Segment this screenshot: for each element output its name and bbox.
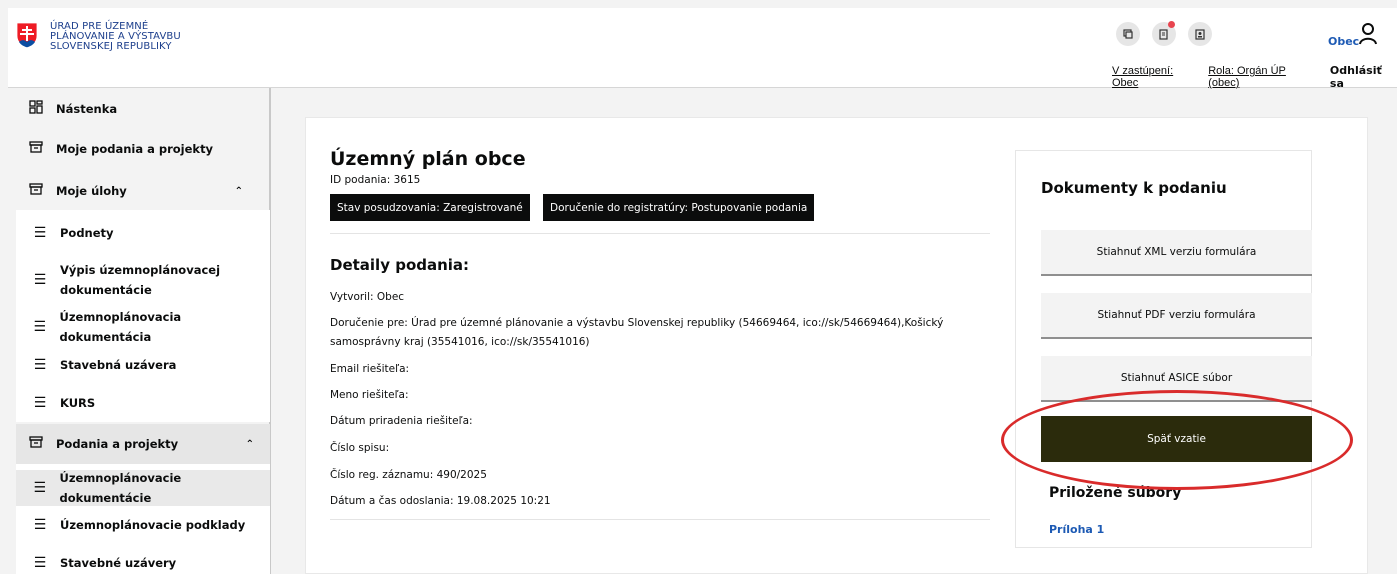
submissions-submenu: ☰ Územnoplánovacie dokumentácie ☰ Územno… [16, 464, 270, 574]
sidebar-group-submissions[interactable]: Podania a projekty ⌃ [16, 424, 270, 464]
tasks-submenu: ☰ Podnety ☰ Výpis územnoplánovacej dokum… [16, 210, 270, 422]
attachment-link[interactable]: Príloha 1 [1049, 523, 1104, 536]
file-number: Číslo spisu: [330, 442, 390, 454]
org-name-line: SLOVENSKEJ REPUBLIKY [50, 41, 172, 52]
sidebar: Nástenka Moje podania a projekty Moje úl… [8, 88, 271, 574]
solver-name: Meno riešiteľa: [330, 389, 409, 401]
sidebar-item-label: Územnoplánovacie dokumentácie [59, 471, 182, 505]
user-icon[interactable] [1358, 22, 1378, 46]
header-icons [1116, 21, 1212, 46]
delivery-badge: Doručenie do registratúry: Postupovanie … [543, 194, 815, 221]
created-by: Vytvoril: Obec [330, 291, 405, 303]
sidebar-item-upd-list[interactable]: ☰ Územnoplánovacie dokumentácie [16, 470, 270, 506]
attachments-title: Priložené súbory [1049, 485, 1182, 501]
inbox-icon [28, 182, 44, 200]
submission-card: Územný plán obce ID podania: 3615 Stav p… [305, 117, 1368, 574]
sidebar-item-my-submissions[interactable]: Moje podania a projekty [8, 130, 263, 168]
header: ÚRAD PRE ÚZEMNÉ PLÁNOVANIE A VÝSTAVBU SL… [8, 8, 1397, 90]
layers-icon: ☰ [33, 517, 47, 533]
chevron-up-icon: ⌃ [234, 185, 243, 197]
divider [330, 233, 990, 234]
sidebar-item-up-podklady[interactable]: ☰ Územnoplánovacie podklady [16, 510, 270, 540]
page-title: Územný plán obce [330, 148, 526, 170]
assign-date: Dátum priradenia riešiteľa: [330, 415, 473, 427]
document-notification-icon[interactable] [1152, 21, 1176, 46]
reg-number: Číslo reg. záznamu: 490/2025 [330, 469, 487, 481]
org-name: ÚRAD PRE ÚZEMNÉ PLÁNOVANIE A VÝSTAVBU SL… [50, 22, 181, 52]
sidebar-item-label: Stavebná uzávera [60, 358, 177, 372]
representation-link[interactable]: V zastúpení: Obec [1112, 65, 1199, 89]
inbox-icon [28, 435, 44, 453]
delivered-to: Doručenie pre: Úrad pre územné plánovani… [330, 314, 943, 352]
layers-icon: ☰ [33, 555, 47, 571]
logout-link[interactable]: Odhlásiť sa [1330, 64, 1397, 90]
chat-icon[interactable] [1116, 22, 1140, 46]
sidebar-item-upd[interactable]: ☰ Územnoplánovacia dokumentácia [16, 310, 270, 344]
id-card-icon[interactable] [1188, 22, 1212, 46]
layers-icon: ☰ [33, 319, 47, 335]
documents-title: Dokumenty k podaniu [1041, 179, 1227, 197]
layers-icon: ☰ [33, 395, 47, 411]
sidebar-item-label: Podnety [60, 226, 114, 240]
delivered-to-line: samosprávny kraj (35541016, ico://sk/355… [330, 336, 590, 348]
sidebar-item-label: Územnoplánovacie podklady [60, 518, 246, 532]
layers-icon: ☰ [33, 272, 47, 288]
chevron-up-icon: ⌃ [245, 438, 254, 450]
dashboard-icon [28, 100, 44, 118]
sidebar-item-label: Nástenka [56, 102, 118, 116]
sidebar-item-my-tasks[interactable]: Moje úlohy ⌃ [8, 172, 263, 210]
download-asice-button[interactable]: Stiahnuť ASICE súbor [1041, 356, 1312, 402]
notification-dot [1168, 21, 1175, 28]
sidebar-item-label: Územnoplánovacia dokumentácia [59, 310, 182, 344]
sidebar-item-podnety[interactable]: ☰ Podnety [16, 218, 270, 248]
layers-icon: ☰ [33, 480, 47, 496]
header-links: V zastúpení: Obec Rola: Orgán ÚP (obec) … [1112, 64, 1397, 90]
sidebar-item-vypis-upd[interactable]: ☰ Výpis územnoplánovacej dokumentácie [16, 256, 270, 304]
logo[interactable]: ÚRAD PRE ÚZEMNÉ PLÁNOVANIE A VÝSTAVBU SL… [16, 22, 181, 52]
download-xml-button[interactable]: Stiahnuť XML verziu formulára [1041, 230, 1312, 276]
download-pdf-button[interactable]: Stiahnuť PDF verziu formulára [1041, 293, 1312, 339]
submission-id: ID podania: 3615 [330, 174, 421, 186]
sidebar-item-stavebne-uzavery[interactable]: ☰ Stavebné uzávery [16, 548, 270, 574]
sidebar-item-label: KURS [60, 396, 96, 410]
sidebar-item-kurs[interactable]: ☰ KURS [16, 388, 270, 418]
sidebar-item-label: Stavebné uzávery [60, 556, 177, 570]
inbox-icon [28, 140, 44, 158]
sent-date: Dátum a čas odoslania: 19.08.2025 10:21 [330, 495, 551, 507]
solver-email: Email riešiteľa: [330, 363, 410, 375]
user-name[interactable]: Obec [1328, 35, 1359, 48]
sidebar-item-label: Výpis územnoplánovacej dokumentácie [60, 263, 221, 297]
sidebar-item-dashboard[interactable]: Nástenka [8, 90, 263, 128]
delivered-to-line: Doručenie pre: Úrad pre územné plánovani… [330, 317, 944, 329]
withdraw-button[interactable]: Späť vzatie [1041, 416, 1312, 462]
sidebar-item-stavebna-uzavera[interactable]: ☰ Stavebná uzávera [16, 350, 270, 380]
layers-icon: ☰ [33, 357, 47, 373]
status-badge: Stav posudzovania: Zaregistrované [330, 194, 530, 221]
details-title: Detaily podania: [330, 256, 470, 274]
sidebar-item-label: Podania a projekty [56, 437, 179, 451]
divider [330, 519, 990, 520]
coat-of-arms-icon [16, 22, 38, 48]
layers-icon: ☰ [33, 225, 47, 241]
sidebar-item-label: Moje podania a projekty [56, 142, 214, 156]
documents-panel: Dokumenty k podaniu Stiahnuť XML verziu … [1015, 150, 1312, 548]
role-link[interactable]: Rola: Orgán ÚP (obec) [1208, 65, 1316, 89]
sidebar-item-label: Moje úlohy [56, 184, 127, 198]
